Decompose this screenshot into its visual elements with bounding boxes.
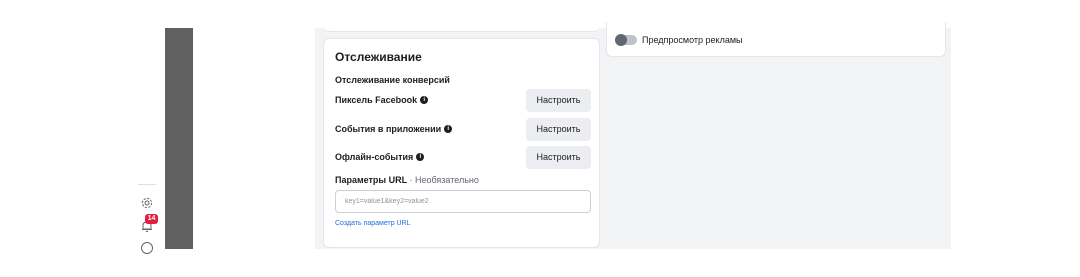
offline-events-label: Офлайн-события i — [335, 152, 425, 162]
facebook-pixel-text: Пиксель Facebook — [335, 95, 418, 105]
info-icon[interactable]: i — [444, 125, 453, 133]
app-events-text: События в приложении — [335, 124, 442, 134]
tracking-title: Отслеживание — [335, 50, 422, 64]
ad-preview-card: Предпросмотр рекламы — [606, 22, 946, 57]
app-events-label: События в приложении i — [335, 124, 453, 134]
ad-preview-toggle[interactable] — [615, 34, 637, 46]
previous-card — [323, 22, 600, 32]
side-panel-bar — [165, 28, 193, 249]
gear-icon[interactable] — [140, 196, 154, 210]
url-params-text: Параметры URL — [335, 175, 407, 185]
profile-icon[interactable] — [141, 242, 153, 254]
info-icon[interactable]: i — [416, 153, 425, 161]
divider — [138, 184, 156, 185]
conversion-tracking-heading: Отслеживание конверсий — [335, 75, 450, 85]
info-icon[interactable]: i — [420, 96, 429, 104]
url-params-input[interactable] — [335, 190, 591, 213]
tracking-card: Отслеживание Отслеживание конверсий Пикс… — [323, 38, 600, 248]
notification-badge: 14 — [145, 214, 158, 224]
facebook-pixel-label: Пиксель Facebook i — [335, 95, 429, 105]
facebook-pixel-setup-button[interactable]: Настроить — [526, 89, 591, 112]
app-events-setup-button[interactable]: Настроить — [526, 118, 591, 141]
offline-events-text: Офлайн-события — [335, 152, 414, 162]
left-icon-strip: 14 — [134, 184, 160, 254]
ad-preview-label: Предпросмотр рекламы — [642, 35, 743, 45]
page: 14 Отслеживание Отслеживание конверсий П… — [0, 0, 1080, 277]
optional-text: · Необязательно — [409, 175, 479, 185]
offline-events-setup-button[interactable]: Настроить — [526, 146, 591, 169]
create-url-param-link[interactable]: Создать параметр URL — [335, 220, 411, 227]
url-params-label: Параметры URL · Необязательно — [335, 175, 479, 185]
toggle-knob — [615, 34, 627, 46]
